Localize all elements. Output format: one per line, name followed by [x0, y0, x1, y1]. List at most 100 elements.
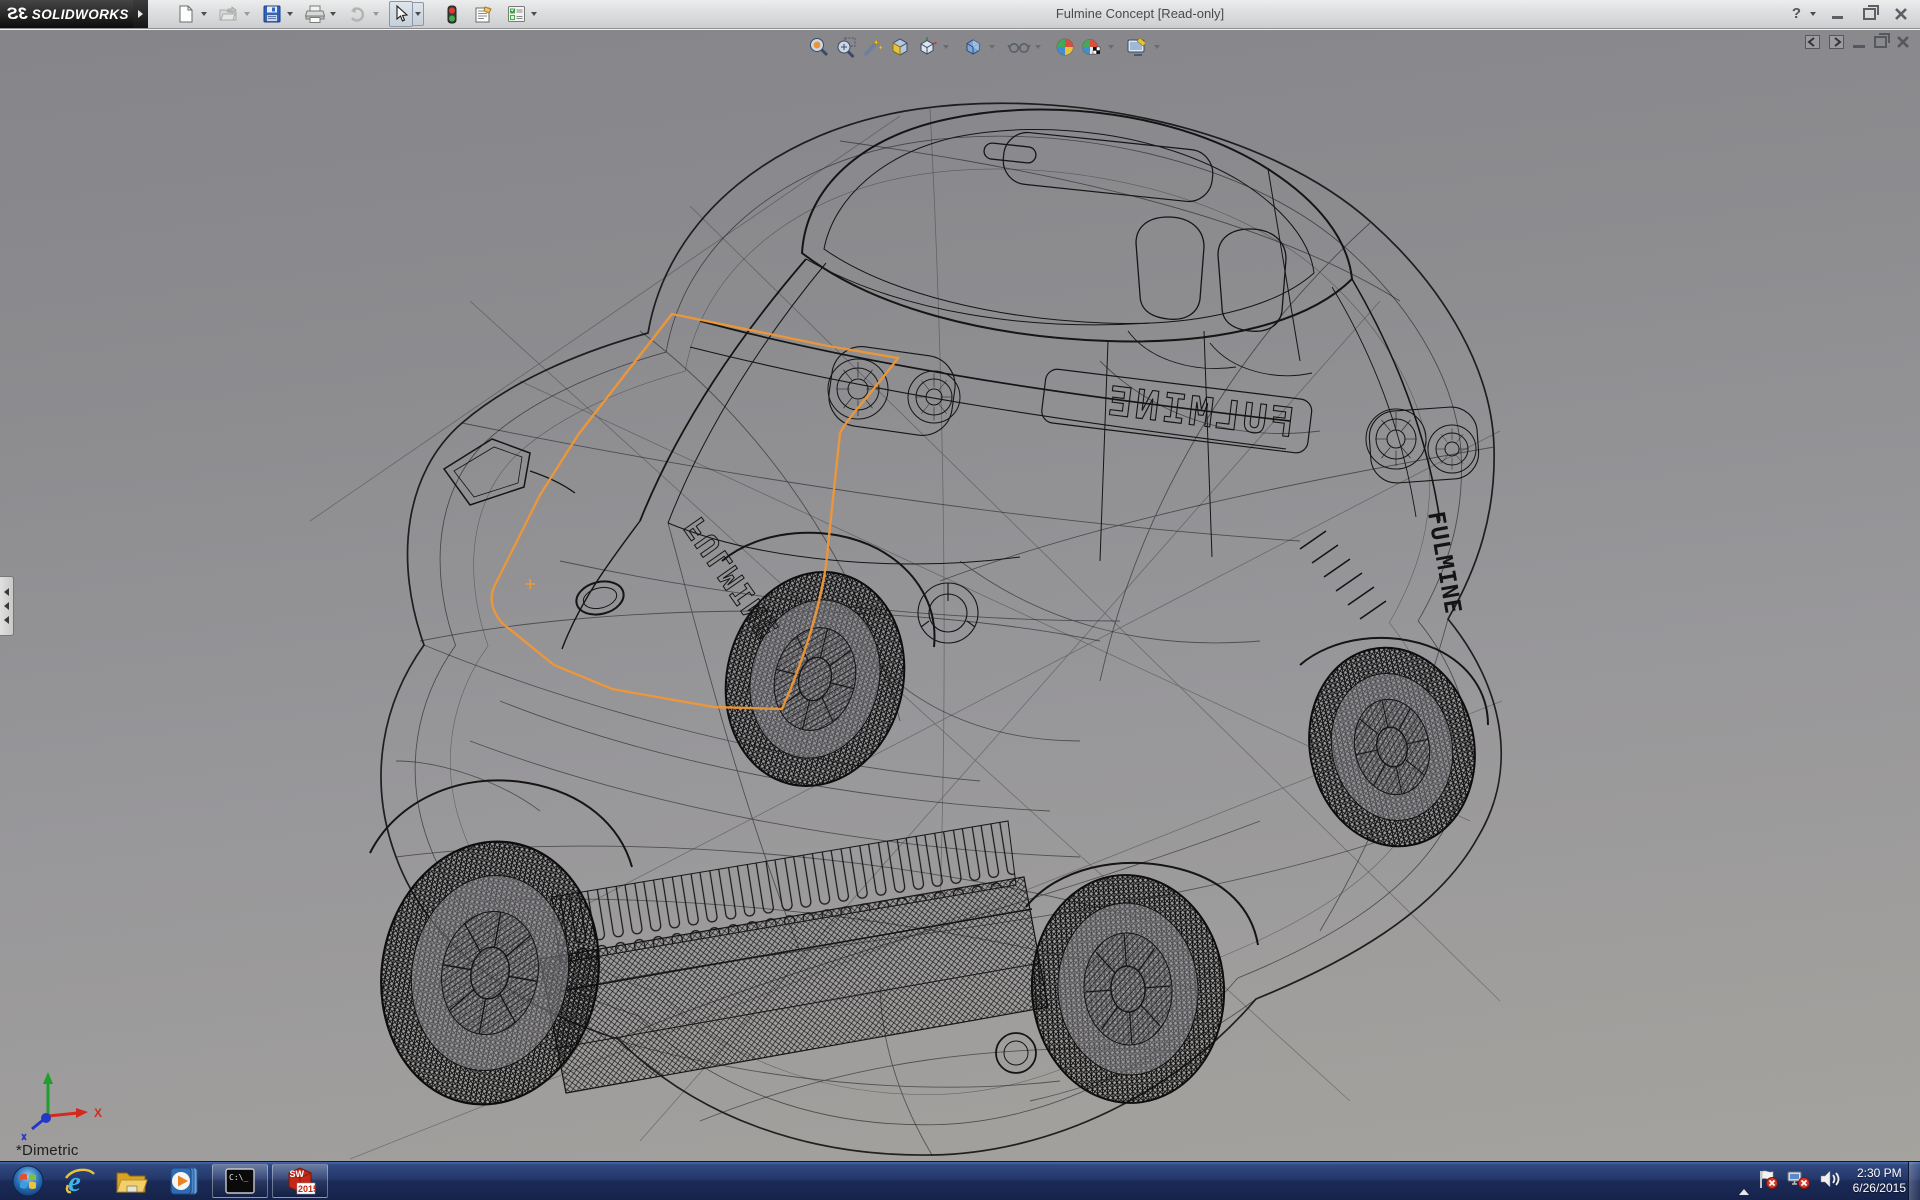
document-window-controls	[1805, 35, 1910, 49]
minimize-button[interactable]	[1824, 5, 1850, 23]
doc-minimize-button[interactable]	[1853, 36, 1865, 48]
options-button[interactable]	[504, 1, 528, 27]
pillar-badge-text: FULMINE	[678, 510, 787, 645]
view-settings-icon	[1126, 36, 1149, 58]
view-settings-button[interactable]	[1125, 34, 1150, 59]
view-orientation-dropdown[interactable]	[941, 45, 950, 49]
undo-button[interactable]	[346, 1, 370, 27]
taskbar-explorer-button[interactable]	[106, 1162, 158, 1200]
minimize-icon	[1832, 16, 1843, 19]
pane-right-arrow-icon	[1829, 35, 1844, 49]
rebuild-button[interactable]	[440, 1, 464, 27]
media-player-icon	[168, 1165, 200, 1197]
undo-dropdown[interactable]	[370, 3, 381, 25]
hide-show-items-button[interactable]	[1006, 34, 1031, 59]
up-arrow-icon	[1739, 1172, 1749, 1195]
menu-flyout-button[interactable]	[133, 0, 148, 28]
taskbar-clock[interactable]: 2:30 PM 6/26/2015	[1853, 1166, 1906, 1196]
apply-scene-dropdown[interactable]	[1106, 45, 1115, 49]
volume-button[interactable]	[1819, 1169, 1841, 1194]
standard-toolbar	[174, 1, 539, 27]
feature-panel-splitter-tab[interactable]	[0, 576, 14, 636]
hide-show-dropdown[interactable]	[1033, 45, 1042, 49]
file-properties-button[interactable]	[472, 1, 496, 27]
windows-start-orb-icon	[12, 1165, 44, 1197]
save-floppy-icon	[262, 4, 282, 24]
feature-pane-toggle-button[interactable]	[1805, 35, 1820, 49]
help-dropdown[interactable]	[1807, 3, 1818, 25]
select-cursor-icon	[391, 4, 411, 24]
select-button[interactable]	[389, 1, 413, 27]
system-tray: 2:30 PM 6/26/2015	[1739, 1162, 1906, 1200]
command-prompt-icon: C:\_	[225, 1168, 255, 1194]
apply-scene-icon	[1080, 36, 1103, 58]
save-button[interactable]	[260, 1, 284, 27]
section-view-button[interactable]	[887, 34, 912, 59]
doc-restore-button[interactable]	[1874, 36, 1887, 48]
help-button[interactable]: ?	[1792, 5, 1801, 22]
headsup-view-toolbar	[806, 34, 1161, 59]
help-question-icon: ?	[1792, 5, 1801, 22]
open-dropdown[interactable]	[241, 3, 252, 25]
zoom-to-area-icon	[835, 36, 857, 58]
splitter-arrow-icon	[4, 616, 9, 624]
network-disconnected-icon	[1787, 1169, 1811, 1189]
wireframe-car-model[interactable]: FULMINE FULMINE FULMINE	[0, 1, 1920, 1163]
close-button[interactable]	[1888, 5, 1914, 23]
print-button[interactable]	[303, 1, 327, 27]
zoom-to-fit-button[interactable]	[806, 34, 831, 59]
view-settings-dropdown[interactable]	[1152, 45, 1161, 49]
previous-view-button[interactable]	[860, 34, 885, 59]
view-orientation-label: *Dimetric	[16, 1142, 79, 1159]
display-pane-toggle-button[interactable]	[1829, 35, 1844, 49]
window-controls: ?	[1792, 0, 1914, 27]
solidworks-logo[interactable]: 3S SOLIDWORKS	[0, 0, 133, 28]
open-button[interactable]	[217, 1, 241, 27]
options-checklist-icon	[506, 4, 526, 24]
window-title: Fulmine Concept [Read-only]	[940, 0, 1340, 27]
network-status-button[interactable]	[1787, 1169, 1811, 1194]
selection-marker	[525, 579, 535, 589]
start-button[interactable]	[2, 1162, 54, 1200]
taskbar-ie-button[interactable]: e	[54, 1162, 106, 1200]
zoom-to-area-button[interactable]	[833, 34, 858, 59]
wheel-rear-right[interactable]	[1024, 869, 1231, 1110]
view-orientation-button[interactable]	[914, 34, 939, 59]
speaker-icon	[1819, 1169, 1841, 1189]
zoom-to-fit-icon	[808, 36, 830, 58]
display-style-button[interactable]	[960, 34, 985, 59]
taskbar: e C:\_	[0, 1161, 1920, 1200]
close-icon	[1894, 8, 1908, 20]
show-desktop-button[interactable]	[1908, 1162, 1920, 1200]
flyout-arrow-icon	[138, 10, 143, 18]
sw-year: 2015	[298, 1184, 316, 1194]
apply-scene-button[interactable]	[1079, 34, 1104, 59]
taskbar-cmd-button[interactable]: C:\_	[212, 1164, 268, 1198]
display-style-dropdown[interactable]	[987, 45, 996, 49]
doc-restore-icon	[1874, 36, 1887, 48]
edit-appearance-button[interactable]	[1052, 34, 1077, 59]
solidworks-2015-icon: SW 2015	[284, 1166, 316, 1196]
restore-icon	[1863, 8, 1876, 20]
solidworks-brand-label: SOLIDWORKS	[32, 7, 129, 22]
doc-close-button[interactable]	[1896, 36, 1910, 48]
new-dropdown[interactable]	[198, 3, 209, 25]
new-button[interactable]	[174, 1, 198, 27]
open-folder-icon	[219, 4, 239, 24]
side-badge-text: FULMINE	[1422, 510, 1466, 617]
pane-left-arrow-icon	[1805, 35, 1820, 49]
action-center-button[interactable]	[1757, 1169, 1779, 1194]
traffic-light-icon	[442, 4, 462, 24]
show-hidden-icons-button[interactable]	[1739, 1172, 1749, 1190]
options-dropdown[interactable]	[528, 3, 539, 25]
restore-button[interactable]	[1856, 5, 1882, 23]
doc-close-icon	[1896, 36, 1910, 48]
taskbar-solidworks-button[interactable]: SW 2015	[272, 1164, 328, 1198]
save-dropdown[interactable]	[284, 3, 295, 25]
taskbar-wmp-button[interactable]	[158, 1162, 210, 1200]
print-dropdown[interactable]	[327, 3, 338, 25]
graphics-viewport[interactable]: FULMINE FULMINE FULMINE	[0, 29, 1920, 1163]
internet-explorer-icon: e	[64, 1165, 96, 1197]
select-dropdown[interactable]	[413, 2, 424, 26]
folder-icon	[115, 1166, 149, 1196]
